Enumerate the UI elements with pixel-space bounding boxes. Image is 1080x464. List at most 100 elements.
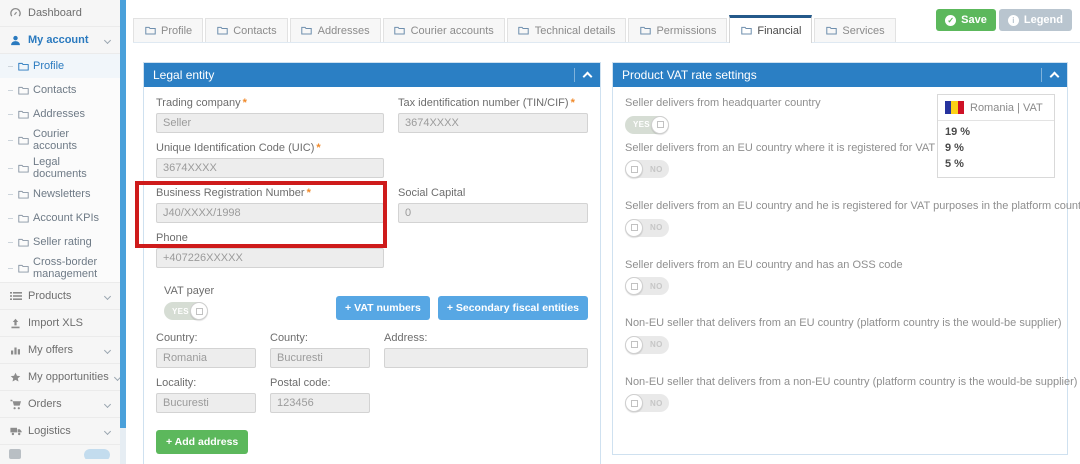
- eu-platform-country-vat-toggle[interactable]: NO: [625, 218, 669, 237]
- vat-setting-row: Seller delivers from an EU country and h…: [625, 200, 1080, 237]
- vat-settings-header: Product VAT rate settings: [613, 63, 1067, 87]
- sidebar-item-partial[interactable]: [0, 445, 120, 459]
- sidebar-item-seller-rating[interactable]: Seller rating: [0, 230, 120, 254]
- sidebar-item-cross-border-management[interactable]: Cross-border management: [0, 254, 120, 282]
- trading-company-field[interactable]: [156, 113, 384, 133]
- save-button[interactable]: ✓ Save: [936, 9, 996, 31]
- sidebar-item-label: Addresses: [33, 108, 85, 120]
- toggle-knob: [625, 277, 643, 295]
- vat-settings-body: Romania | VAT 19 % 9 % 5 % Seller delive…: [613, 87, 1080, 446]
- chart-icon: [9, 345, 22, 355]
- menu-icon: [9, 449, 21, 459]
- tab-permissions[interactable]: Permissions: [628, 18, 728, 42]
- country-field[interactable]: [156, 348, 256, 368]
- tab-label: Contacts: [233, 24, 277, 37]
- setting-label: Non-EU seller that delivers from an EU c…: [625, 317, 1062, 329]
- vat-numbers-button[interactable]: + VAT numbers: [336, 296, 430, 320]
- headquarter-country-toggle[interactable]: YES: [625, 115, 669, 134]
- sidebar-item-import-xls[interactable]: Import XLS: [0, 310, 120, 337]
- uic-field[interactable]: [156, 158, 384, 178]
- add-address-button[interactable]: + Add address: [156, 430, 249, 454]
- eu-registered-vat-toggle[interactable]: NO: [625, 160, 669, 178]
- save-label: Save: [961, 14, 987, 26]
- required-marker: *: [306, 187, 311, 199]
- tin-field[interactable]: [398, 113, 588, 133]
- vat-rates-box: Romania | VAT 19 % 9 % 5 %: [937, 94, 1055, 178]
- sidebar-item-courier-accounts[interactable]: Courier accounts: [0, 126, 120, 154]
- brn-group: Business Registration Number *: [156, 187, 384, 223]
- folder-icon: [825, 26, 837, 35]
- tab-technical-details[interactable]: Technical details: [506, 18, 627, 42]
- collapse-icon[interactable]: [1049, 71, 1060, 82]
- folder-icon: [639, 26, 651, 35]
- tab-profile[interactable]: Profile: [133, 18, 204, 42]
- tab-services[interactable]: Services: [814, 18, 896, 42]
- sidebar-item-label: Profile: [33, 60, 65, 72]
- sidebar-item-dashboard[interactable]: Dashboard: [0, 0, 120, 27]
- tab-financial[interactable]: Financial: [729, 15, 813, 43]
- tab-label: Courier accounts: [410, 24, 494, 37]
- sidebar-item-label: My opportunities: [28, 371, 109, 383]
- address-field[interactable]: [384, 348, 588, 368]
- field-label: County:: [270, 332, 308, 344]
- postal-code-group: Postal code:: [270, 377, 370, 413]
- locality-field[interactable]: [156, 393, 256, 413]
- field-label: Trading company *: [156, 97, 247, 109]
- toggle-knob: [625, 394, 643, 412]
- tab-label: Technical details: [534, 24, 616, 37]
- sidebar-item-label: Products: [28, 290, 72, 302]
- field-label: Social Capital: [398, 187, 466, 199]
- folder-icon: [17, 190, 29, 199]
- folder-icon: [17, 264, 29, 273]
- sidebar-item-my-offers[interactable]: My offers: [0, 337, 120, 364]
- non-eu-from-eu-toggle[interactable]: NO: [625, 335, 669, 354]
- vat-rate: 5 %: [945, 158, 964, 170]
- legend-button[interactable]: i Legend: [998, 9, 1072, 31]
- folder-icon: [518, 26, 530, 35]
- sidebar-item-logistics[interactable]: Logistics: [0, 418, 120, 445]
- county-field[interactable]: [270, 348, 370, 368]
- list-icon: [9, 291, 22, 301]
- field-label: Country:: [156, 332, 198, 344]
- uic-group: Unique Identification Code (UIC) *: [156, 142, 384, 178]
- phone-group: Phone: [156, 232, 384, 268]
- folder-icon: [17, 238, 29, 247]
- sidebar-item-legal-documents[interactable]: Legal documents: [0, 154, 120, 182]
- tin-group: Tax identification number (TIN/CIF) *: [398, 97, 588, 133]
- toggle-knob: [625, 218, 643, 237]
- legal-entity-body: Trading company* Tax identification numb…: [144, 87, 600, 464]
- social-capital-field[interactable]: [398, 203, 588, 223]
- sidebar-item-addresses[interactable]: Addresses: [0, 102, 120, 126]
- non-eu-from-non-eu-toggle[interactable]: NO: [625, 394, 669, 412]
- romania-flag-icon: [945, 101, 964, 114]
- folder-icon: [17, 62, 29, 71]
- sidebar-item-contacts[interactable]: Contacts: [0, 78, 120, 102]
- sidebar-item-label: Dashboard: [28, 7, 82, 19]
- phone-field[interactable]: [156, 248, 384, 268]
- legend-label: Legend: [1023, 14, 1063, 26]
- tab-courier-accounts[interactable]: Courier accounts: [382, 18, 505, 42]
- tab-label: Services: [842, 24, 885, 37]
- oss-code-toggle[interactable]: NO: [625, 277, 669, 295]
- sidebar-item-label: Orders: [28, 398, 62, 410]
- tab-contacts[interactable]: Contacts: [205, 18, 288, 42]
- sidebar-item-orders[interactable]: Orders: [0, 391, 120, 418]
- sidebar-item-profile[interactable]: Profile: [0, 54, 120, 78]
- social-capital-group: Social Capital: [398, 187, 588, 223]
- field-label: Phone: [156, 232, 188, 244]
- field-label: VAT payer: [164, 284, 215, 297]
- folder-icon: [394, 26, 406, 35]
- brn-field[interactable]: [156, 203, 384, 223]
- collapse-icon[interactable]: [582, 71, 593, 82]
- setting-label: Seller delivers from an EU country and h…: [625, 200, 1080, 212]
- sidebar-item-products[interactable]: Products: [0, 283, 120, 310]
- tab-addresses[interactable]: Addresses: [289, 18, 381, 42]
- sidebar-item-newsletters[interactable]: Newsletters: [0, 182, 120, 206]
- sidebar-item-account-kpis[interactable]: Account KPIs: [0, 206, 120, 230]
- secondary-fiscal-entities-button[interactable]: + Secondary fiscal entities: [437, 296, 588, 320]
- postal-code-field[interactable]: [270, 393, 370, 413]
- vat-payer-toggle[interactable]: YES: [164, 302, 208, 320]
- sidebar-item-label: Cross-border management: [33, 256, 98, 280]
- sidebar-item-my-opportunities[interactable]: My opportunities: [0, 364, 121, 391]
- sidebar-item-my-account[interactable]: My account: [0, 27, 120, 54]
